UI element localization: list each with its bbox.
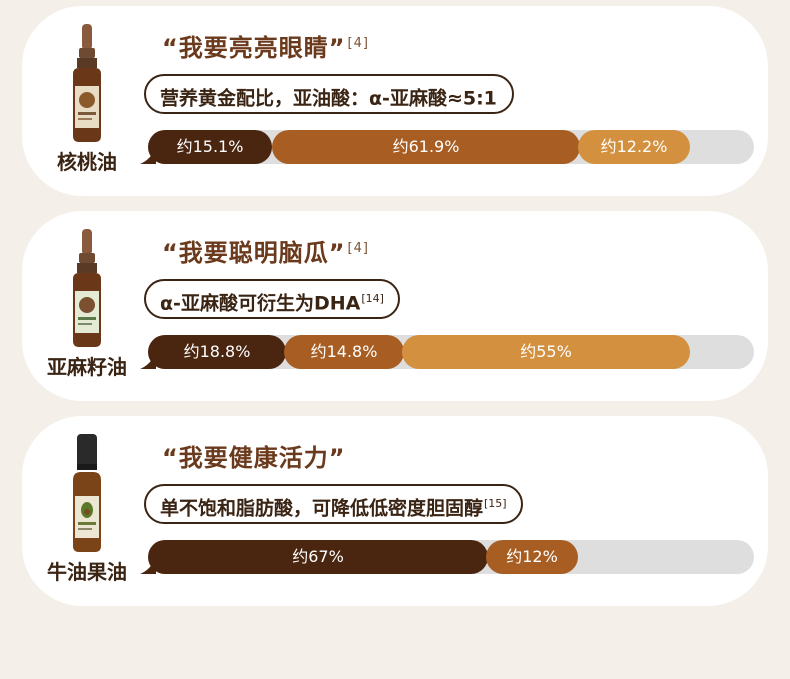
- composition-bar: 约18.8% 约14.8% 约55%: [140, 335, 754, 369]
- bar-segment-1: 约15.1%: [140, 130, 272, 164]
- segment-label: 约61.9%: [392, 137, 460, 156]
- headline-ref: [4]: [347, 241, 369, 256]
- pill-text: 单不饱和脂肪酸，可降低低密度胆固醇: [160, 497, 484, 520]
- headline: “我要亮亮眼睛” [4]: [162, 28, 369, 63]
- info-pill: 营养黄金配比，亚油酸：α-亚麻酸≈5:1: [144, 74, 514, 114]
- headline-text: “我要聪明脑瓜”: [162, 239, 346, 267]
- oil-card-flaxseed: 亚麻籽油 “我要聪明脑瓜” [4] α-亚麻酸可衍生为DHA[14] 约18.8%…: [22, 211, 768, 401]
- bar-segment-1: 约18.8%: [140, 335, 286, 369]
- speech-tail-icon: [140, 148, 156, 164]
- oil-card-walnut: 核桃油 “我要亮亮眼睛” [4] 营养黄金配比，亚油酸：α-亚麻酸≈5:1 约15…: [22, 6, 768, 196]
- pill-text: 营养黄金配比，亚油酸：α-亚麻酸≈5:1: [160, 87, 497, 110]
- info-pill: α-亚麻酸可衍生为DHA[14]: [144, 279, 400, 319]
- headline-ref: [4]: [347, 36, 369, 51]
- bar-segment-1: 约67%: [140, 540, 488, 574]
- composition-bar: 约15.1% 约61.9% 约12.2%: [140, 130, 754, 164]
- oil-card-avocado: 牛油果油 “我要健康活力” 单不饱和脂肪酸，可降低低密度胆固醇[15] 约67%…: [22, 416, 768, 606]
- bar-segment-2: 约61.9%: [272, 130, 580, 164]
- segment-label: 约67%: [292, 547, 344, 566]
- pill-ref: [15]: [484, 497, 507, 510]
- segment-label: 约18.8%: [183, 342, 251, 361]
- bar-segment-3: 约12.2%: [578, 130, 690, 164]
- composition-bar: 约67% 约12%: [140, 540, 754, 574]
- oil-name: 核桃油: [57, 150, 117, 174]
- dropper-bottle-icon: [73, 24, 101, 142]
- dropper-bottle-icon: [73, 229, 101, 347]
- oil-name: 牛油果油: [47, 560, 127, 584]
- segment-label: 约12%: [506, 547, 558, 566]
- pill-text: α-亚麻酸可衍生为DHA: [160, 292, 361, 315]
- info-pill: 单不饱和脂肪酸，可降低低密度胆固醇[15]: [144, 484, 523, 524]
- segment-label: 约14.8%: [310, 342, 378, 361]
- headline-text: “我要健康活力”: [162, 444, 346, 472]
- cap-bottle-icon: [73, 434, 101, 552]
- oil-name: 亚麻籽油: [47, 355, 127, 379]
- segment-label: 约12.2%: [600, 137, 668, 156]
- bar-segment-2: 约14.8%: [284, 335, 404, 369]
- segment-label: 约15.1%: [176, 137, 244, 156]
- speech-tail-icon: [140, 558, 156, 574]
- segment-label: 约55%: [520, 342, 572, 361]
- headline: “我要聪明脑瓜” [4]: [162, 233, 369, 268]
- speech-tail-icon: [140, 353, 156, 369]
- bar-segment-2: 约12%: [486, 540, 578, 574]
- bar-segment-3: 约55%: [402, 335, 690, 369]
- headline: “我要健康活力”: [162, 438, 348, 473]
- pill-ref: [14]: [361, 292, 384, 305]
- headline-text: “我要亮亮眼睛”: [162, 34, 346, 62]
